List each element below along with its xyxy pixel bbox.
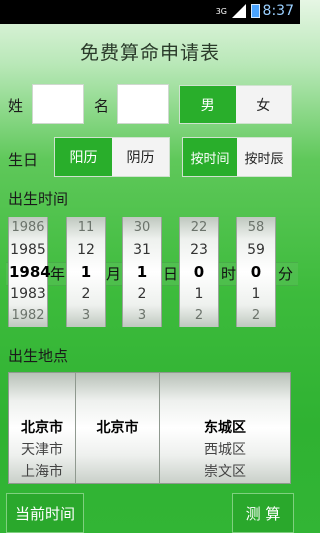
calculate-button[interactable]: 测 算 (232, 493, 294, 533)
month-option: 12 (77, 242, 95, 258)
year-unit: 年 (50, 265, 66, 283)
month-option: 3 (81, 308, 91, 323)
current-time-button[interactable]: 当前时间 (6, 493, 84, 533)
day-option: 3 (137, 308, 147, 323)
status-bar: 3G 8:37 (0, 0, 300, 24)
month-selected: 1 (80, 263, 92, 281)
month-unit: 月 (106, 265, 122, 283)
battery-icon (251, 4, 260, 18)
year-wheel[interactable]: 1986 1985 1984 1983 1982 (8, 217, 51, 327)
month-option: 2 (81, 286, 91, 302)
time-mode-hour-option[interactable]: 按时辰 (237, 138, 291, 176)
minute-option: 59 (247, 242, 265, 258)
gender-male-option[interactable]: 男 (180, 86, 236, 123)
hour-unit: 时 (221, 265, 237, 283)
page-title: 免费算命申请表 (79, 42, 220, 64)
surname-label: 姓 (8, 97, 24, 115)
month-option: 11 (77, 220, 95, 235)
month-wheel[interactable]: 11 12 1 2 3 (66, 217, 106, 327)
minute-option: 2 (251, 308, 261, 323)
minute-unit: 分 (278, 265, 294, 283)
year-option: 1982 (11, 308, 45, 323)
district-option: 崇文区 (204, 464, 246, 480)
year-option: 1985 (10, 242, 46, 258)
calendar-solar-option[interactable]: 阳历 (55, 138, 112, 176)
province-option: 天津市 (21, 442, 63, 458)
minute-option: 58 (247, 220, 265, 235)
province-option: 上海市 (21, 464, 63, 480)
year-option: 1983 (10, 286, 46, 302)
year-option: 1986 (11, 220, 45, 235)
city-option (76, 395, 159, 417)
hour-option: 22 (190, 220, 208, 235)
city-option (76, 461, 159, 483)
city-wheel[interactable]: 北京市 (76, 373, 160, 483)
district-selected: 东城区 (204, 420, 246, 436)
district-wheel[interactable]: 东城区 西城区 崇文区 (160, 373, 290, 483)
district-option (160, 373, 290, 395)
province-option (9, 373, 75, 395)
day-wheel[interactable]: 30 31 1 2 3 (122, 217, 162, 327)
name-input[interactable] (117, 84, 169, 124)
day-option: 2 (137, 286, 147, 302)
birth-place-label: 出生地点 (8, 347, 69, 365)
day-option: 31 (133, 242, 151, 258)
city-option (76, 373, 159, 395)
district-option: 西城区 (204, 442, 246, 458)
birthday-label: 生日 (8, 151, 39, 169)
surname-input[interactable] (32, 84, 84, 124)
hour-option: 23 (190, 242, 208, 258)
hour-selected: 0 (193, 263, 205, 281)
status-icons: 3G (216, 4, 260, 18)
day-unit: 日 (163, 265, 179, 283)
birth-time-label: 出生时间 (8, 190, 69, 208)
province-option (9, 395, 75, 417)
year-selected: 1984 (9, 263, 51, 281)
hour-option: 1 (194, 286, 204, 302)
signal-icon (232, 4, 246, 18)
network-type: 3G (215, 6, 227, 16)
gender-toggle: 男 女 (179, 85, 292, 124)
gender-female-option[interactable]: 女 (235, 86, 291, 123)
minute-selected: 0 (250, 263, 262, 281)
name-label: 名 (94, 97, 110, 115)
hour-wheel[interactable]: 22 23 0 1 2 (179, 217, 219, 327)
province-selected: 北京市 (21, 420, 63, 436)
district-option (160, 395, 290, 417)
birth-place-picker: 北京市 天津市 上海市 北京市 东城区 西城区 崇文区 (8, 372, 291, 484)
minute-wheel[interactable]: 58 59 0 1 2 (236, 217, 276, 327)
hour-option: 2 (194, 308, 204, 323)
calendar-lunar-option[interactable]: 阴历 (112, 138, 169, 176)
day-option: 30 (133, 220, 151, 235)
day-selected: 1 (136, 263, 148, 281)
city-selected: 北京市 (96, 420, 139, 436)
time-mode-toggle: 按时间 按时辰 (182, 137, 292, 177)
status-time: 8:37 (262, 3, 294, 19)
time-mode-time-option[interactable]: 按时间 (183, 138, 237, 176)
province-wheel[interactable]: 北京市 天津市 上海市 (9, 373, 76, 483)
city-option (76, 439, 159, 461)
minute-option: 1 (251, 286, 261, 302)
calendar-toggle: 阳历 阴历 (54, 137, 170, 177)
